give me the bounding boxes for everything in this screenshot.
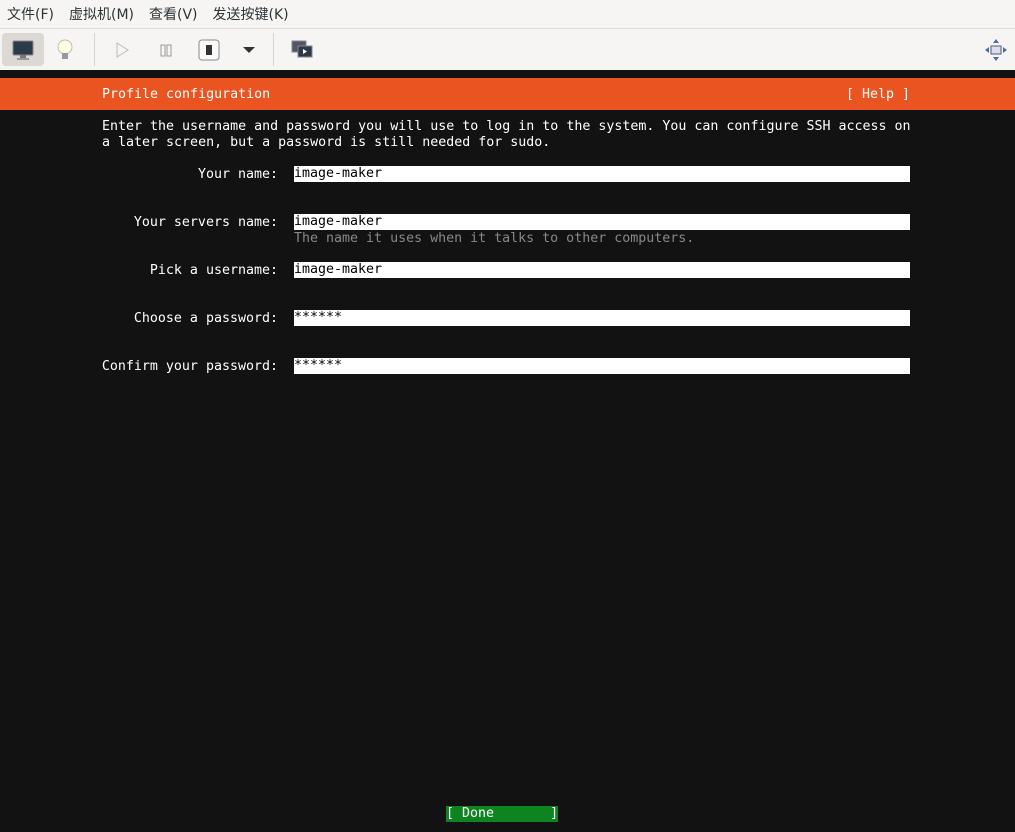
intro-line-2: a later screen, but a password is still … <box>102 135 551 150</box>
menu-send-key[interactable]: 发送按键(K) <box>206 4 297 24</box>
details-button[interactable] <box>44 33 86 66</box>
intro-line-1: Enter the username and password you will… <box>102 119 911 134</box>
username-label: Pick a username: <box>149 263 278 278</box>
console-icon <box>12 40 34 60</box>
confirm-password-input[interactable]: ****** <box>294 358 910 374</box>
page-title: Profile configuration <box>102 87 271 102</box>
username-input[interactable]: image-maker <box>294 262 910 278</box>
shutdown-menu-button[interactable] <box>228 33 270 66</box>
shutdown-button[interactable] <box>188 33 230 66</box>
pause-icon <box>160 44 172 56</box>
power-switch-icon <box>198 39 220 60</box>
snapshots-icon <box>291 40 313 57</box>
chevron-down-icon <box>243 46 255 53</box>
help-button[interactable]: [ Help ] <box>846 87 910 103</box>
your-name-input[interactable]: image-maker <box>294 166 910 182</box>
fullscreen-icon <box>985 38 1007 61</box>
your-name-label: Your name: <box>197 167 278 182</box>
server-name-hint: The name it uses when it talks to other … <box>294 231 695 246</box>
fullscreen-button[interactable] <box>975 33 1015 66</box>
menu-bar: 文件(F) 虚拟机(M) 查看(V) 发送按键(K) <box>0 0 1015 28</box>
bulb-icon <box>57 39 73 59</box>
menu-vm[interactable]: 虚拟机(M) <box>62 4 142 24</box>
password-input[interactable]: ****** <box>294 310 910 326</box>
play-icon <box>116 41 129 58</box>
console-button[interactable] <box>2 33 44 66</box>
installer-screen: Profile configuration [ Help ] Enter the… <box>0 70 1015 832</box>
confirm-password-label: Confirm your password: <box>101 359 278 374</box>
server-name-label: Your servers name: <box>133 215 278 230</box>
menu-view[interactable]: 查看(V) <box>142 4 206 24</box>
header-bar: Profile configuration [ Help ] <box>0 78 1015 110</box>
run-button[interactable] <box>101 33 143 66</box>
done-button[interactable]: [ Done ] <box>446 806 558 822</box>
password-label: Choose a password: <box>133 311 278 326</box>
pause-button[interactable] <box>145 33 187 66</box>
snapshots-button[interactable] <box>281 33 323 66</box>
toolbar <box>0 28 1015 70</box>
menu-file[interactable]: 文件(F) <box>0 4 62 24</box>
server-name-input[interactable]: image-maker <box>294 214 910 230</box>
